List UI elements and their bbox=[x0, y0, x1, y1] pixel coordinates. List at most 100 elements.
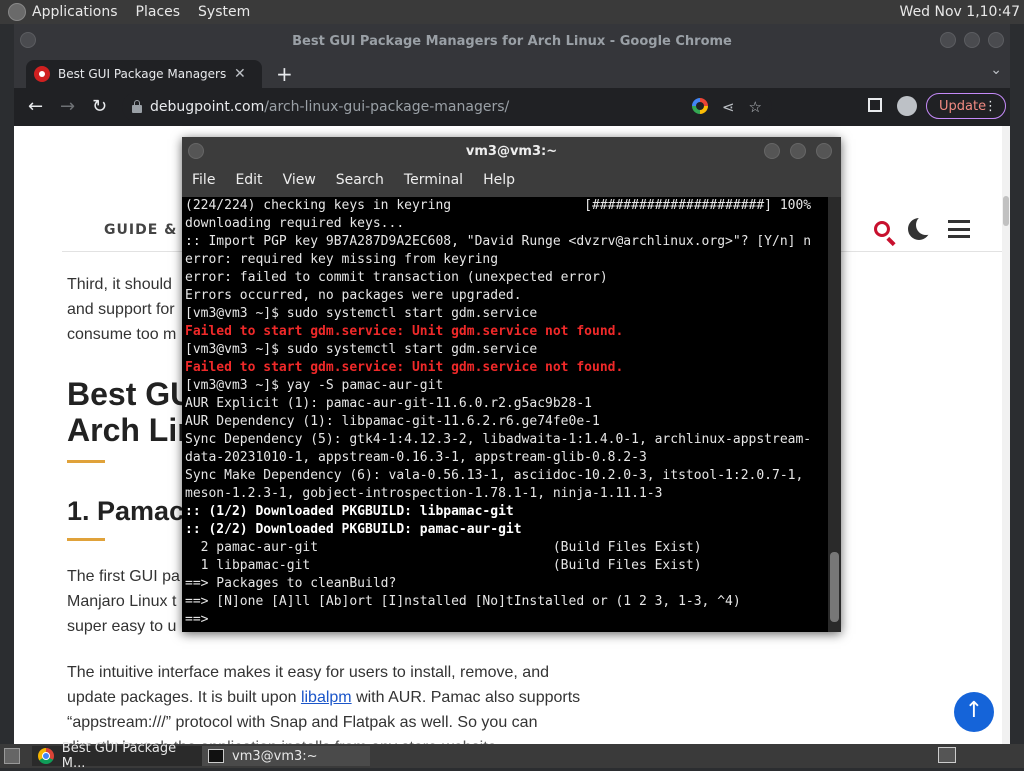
terminal-line: [vm3@vm3 ~]$ yay -S pamac-aur-git bbox=[185, 378, 444, 393]
taskbar-item-terminal[interactable]: vm3@vm3:~ bbox=[202, 746, 370, 766]
terminal-titlebar[interactable]: vm3@vm3:~ bbox=[182, 137, 841, 165]
workspace-switcher[interactable] bbox=[938, 747, 956, 763]
close-button[interactable] bbox=[988, 32, 1004, 48]
taskbar-item-label: Best GUI Package M... bbox=[61, 741, 177, 771]
section-accent bbox=[67, 538, 105, 541]
chrome-icon bbox=[38, 748, 54, 764]
system-menu[interactable]: System bbox=[198, 4, 250, 20]
top-panel: Applications Places System Wed Nov 1,10:… bbox=[0, 0, 1024, 24]
tab-close-icon[interactable]: ✕ bbox=[234, 66, 246, 82]
reload-button[interactable]: ↻ bbox=[92, 96, 107, 117]
bookmark-star-icon[interactable]: ☆ bbox=[749, 98, 762, 116]
text-line: update packages. It is built upon libalp… bbox=[67, 685, 687, 710]
terminal-line: downloading required keys... bbox=[185, 216, 405, 231]
forward-button[interactable]: → bbox=[60, 96, 75, 117]
terminal-line: :: (1/2) Downloaded PKGBUILD: libpamac-g… bbox=[185, 504, 514, 519]
menu-help[interactable]: Help bbox=[483, 172, 515, 188]
terminal-line: AUR Explicit (1): pamac-aur-git-11.6.0.r… bbox=[185, 396, 592, 411]
tab-title: Best GUI Package Managers fo bbox=[58, 67, 226, 81]
new-tab-button[interactable]: + bbox=[276, 62, 293, 86]
heading-line: Arch Lin bbox=[67, 412, 197, 448]
terminal-line: ==> bbox=[185, 612, 217, 627]
applications-menu[interactable]: Applications bbox=[32, 4, 118, 20]
terminal-line: meson-1.2.3-1, gobject-introspection-1.7… bbox=[185, 486, 663, 501]
text-fragment: update packages. It is built upon bbox=[67, 689, 301, 706]
chrome-window-title: Best GUI Package Managers for Arch Linux… bbox=[292, 33, 732, 49]
terminal-window: vm3@vm3:~ File Edit View Search Terminal… bbox=[182, 137, 841, 632]
google-lens-icon[interactable] bbox=[691, 98, 708, 114]
window-menu-button[interactable] bbox=[20, 32, 36, 48]
page-scrollbar[interactable] bbox=[1002, 126, 1010, 744]
text-line: Third, it should bbox=[67, 276, 172, 293]
terminal-line: error: failed to commit transaction (une… bbox=[185, 270, 608, 285]
terminal-line: Errors occurred, no packages were upgrad… bbox=[185, 288, 522, 303]
places-menu[interactable]: Places bbox=[136, 4, 181, 20]
taskbar-item-chrome[interactable]: Best GUI Package M... bbox=[32, 741, 202, 771]
terminal-line: data-20231010-1, appstream-0.16.3-1, app… bbox=[185, 450, 647, 465]
terminal-line: [vm3@vm3 ~]$ sudo systemctl start gdm.se… bbox=[185, 306, 538, 321]
terminal-minimize-button[interactable] bbox=[764, 143, 780, 159]
article-heading: Best GU Arch Lin bbox=[67, 376, 197, 448]
tab-bar: Best GUI Package Managers fo ✕ + ⌄ bbox=[14, 58, 1010, 88]
terminal-window-menu-button[interactable] bbox=[188, 143, 204, 159]
terminal-lines: (224/224) checking keys in keyring [####… bbox=[182, 197, 828, 629]
text-line: The first GUI pa bbox=[67, 568, 180, 585]
terminal-line: Failed to start gdm.service: Unit gdm.se… bbox=[185, 360, 624, 375]
dark-mode-icon[interactable] bbox=[908, 215, 936, 240]
paragraph-pamac: The first GUI pa Manjaro Linux t super e… bbox=[67, 564, 180, 639]
minimize-button[interactable] bbox=[940, 32, 956, 48]
tab-search-chevron-icon[interactable]: ⌄ bbox=[990, 62, 1002, 78]
update-label: Update bbox=[939, 98, 987, 114]
browser-toolbar: ← → ↻ debugpoint.com/arch-linux-gui-pack… bbox=[14, 88, 1010, 126]
hamburger-menu-icon[interactable] bbox=[948, 220, 970, 238]
terminal-line: ==> [N]one [A]ll [Ab]ort [I]nstalled [No… bbox=[185, 594, 741, 609]
url-path: /arch-linux-gui-package-managers/ bbox=[264, 99, 510, 115]
terminal-line: AUR Dependency (1): libpamac-git-11.6.2.… bbox=[185, 414, 600, 429]
terminal-icon bbox=[208, 749, 224, 763]
heading-accent bbox=[67, 460, 105, 463]
terminal-maximize-button[interactable] bbox=[790, 143, 806, 159]
paragraph-interface: The intuitive interface makes it easy fo… bbox=[67, 660, 687, 744]
share-icon[interactable]: ⋖ bbox=[722, 98, 735, 116]
site-search-icon[interactable] bbox=[874, 221, 890, 237]
page-scrollbar-thumb[interactable] bbox=[1003, 196, 1009, 226]
menu-edit[interactable]: Edit bbox=[235, 172, 262, 188]
scroll-to-top-button[interactable]: ↑ bbox=[954, 692, 994, 732]
back-button[interactable]: ← bbox=[28, 96, 43, 117]
text-line: consume too m bbox=[67, 326, 177, 343]
side-panel-icon[interactable] bbox=[868, 98, 882, 112]
libalpm-link[interactable]: libalpm bbox=[301, 689, 352, 706]
terminal-output[interactable]: (224/224) checking keys in keyring [####… bbox=[182, 197, 828, 632]
terminal-scrollbar[interactable] bbox=[828, 197, 841, 632]
address-bar[interactable]: debugpoint.com/arch-linux-gui-package-ma… bbox=[122, 92, 772, 122]
menu-file[interactable]: File bbox=[192, 172, 215, 188]
menu-view[interactable]: View bbox=[283, 172, 316, 188]
text-fragment: with AUR. Pamac also supports bbox=[351, 689, 581, 706]
lock-icon[interactable] bbox=[132, 100, 142, 113]
profile-avatar-icon[interactable] bbox=[897, 96, 917, 116]
menu-search[interactable]: Search bbox=[336, 172, 384, 188]
terminal-scrollbar-thumb[interactable] bbox=[830, 552, 839, 622]
text-line: Manjaro Linux t bbox=[67, 593, 177, 610]
terminal-line: error: required key missing from keyring bbox=[185, 252, 499, 267]
terminal-menubar: File Edit View Search Terminal Help bbox=[182, 165, 841, 195]
terminal-line: (224/224) checking keys in keyring [####… bbox=[185, 198, 812, 213]
update-button[interactable]: Update ⋮ bbox=[926, 93, 1006, 119]
heading-line: Best GU bbox=[67, 376, 194, 412]
browser-tab[interactable]: Best GUI Package Managers fo ✕ bbox=[26, 60, 262, 88]
maximize-button[interactable] bbox=[964, 32, 980, 48]
section-heading: 1. Pamac bbox=[67, 496, 185, 526]
terminal-title: vm3@vm3:~ bbox=[465, 143, 558, 159]
applications-icon[interactable] bbox=[8, 3, 26, 21]
terminal-line: [vm3@vm3 ~]$ sudo systemctl start gdm.se… bbox=[185, 342, 538, 357]
menu-dots-icon[interactable]: ⋮ bbox=[984, 99, 997, 114]
show-desktop-icon[interactable] bbox=[4, 748, 20, 764]
favicon-icon bbox=[34, 66, 50, 82]
terminal-close-button[interactable] bbox=[816, 143, 832, 159]
clock[interactable]: Wed Nov 1,10:47 bbox=[900, 4, 1020, 20]
text-line: “appstream:///” protocol with Snap and F… bbox=[67, 714, 538, 731]
paragraph-intro: Third, it should and support for consume… bbox=[67, 272, 176, 347]
menu-terminal[interactable]: Terminal bbox=[404, 172, 463, 188]
chrome-titlebar[interactable]: Best GUI Package Managers for Arch Linux… bbox=[14, 24, 1010, 58]
terminal-line: 1 libpamac-git (Build Files Exist) bbox=[185, 558, 702, 573]
